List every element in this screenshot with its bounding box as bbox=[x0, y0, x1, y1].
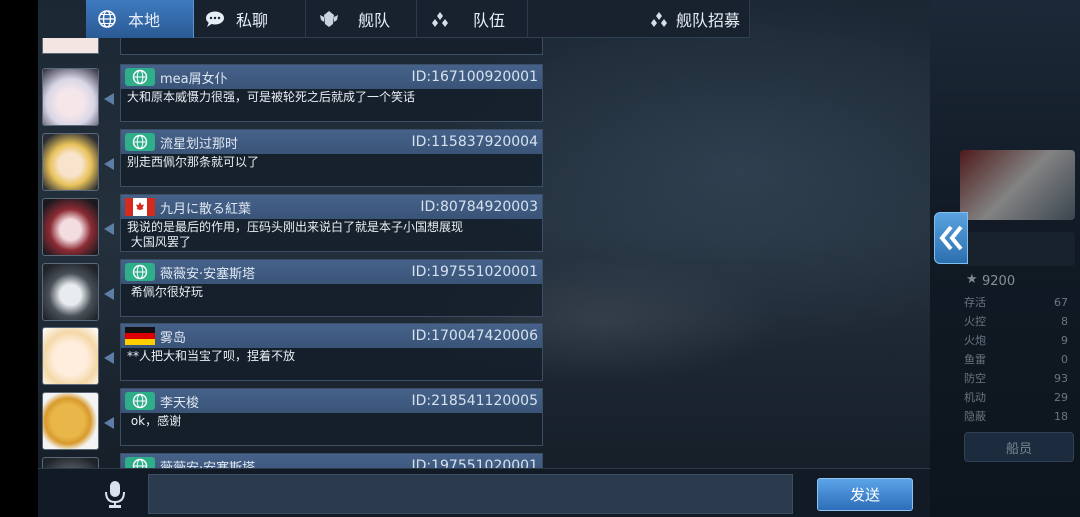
voice-input-button[interactable] bbox=[98, 477, 132, 511]
recruit-dots-icon bbox=[648, 8, 670, 30]
user-avatar[interactable] bbox=[42, 198, 99, 256]
sender-id: ID:115837920004 bbox=[411, 134, 538, 150]
chat-message: 薇薇安·安塞斯塔 ID:197551020001 bbox=[38, 453, 544, 468]
tab-local-label: 本地 bbox=[128, 11, 161, 30]
tab-fleet[interactable]: 舰队 bbox=[306, 0, 417, 38]
sender-name[interactable]: 九月に散る紅葉 bbox=[160, 198, 420, 217]
message-text: 别走西佩尔那条就可以了 bbox=[127, 155, 260, 169]
sender-id: ID:80784920003 bbox=[420, 199, 538, 215]
bubble-pointer-icon bbox=[104, 288, 114, 300]
message-bubble: 雾岛 ID:170047420006 **人把大和当宝了呗，捏着不放 bbox=[120, 323, 543, 381]
chat-message: 流星划过那时 ID:115837920004 别走西佩尔那条就可以了 bbox=[38, 129, 544, 191]
tab-private-label: 私聊 bbox=[236, 11, 269, 30]
sender-id: ID:167100920001 bbox=[411, 69, 538, 85]
message-text: ok，感谢 bbox=[127, 414, 182, 428]
chat-message-list[interactable]: mea屑女仆 ID:167100920001 大和原本威慑力很强，可是被轮死之后就成… bbox=[38, 38, 544, 468]
bubble-pointer-icon bbox=[104, 93, 114, 105]
message-bubble: 薇薇安·安塞斯塔 ID:197551020001 bbox=[120, 453, 543, 468]
left-letterbox bbox=[0, 0, 38, 517]
chat-bubble-icon bbox=[204, 8, 226, 30]
message-header: 李天梭 ID:218541120005 bbox=[121, 389, 542, 413]
globe-flag-icon bbox=[124, 67, 156, 87]
double-chevron-left-icon bbox=[939, 225, 963, 251]
chat-message: mea屑女仆 ID:167100920001 大和原本威慑力很强，可是被轮死之后就成… bbox=[38, 64, 544, 126]
message-header: 雾岛 ID:170047420006 bbox=[121, 324, 542, 348]
microphone-icon bbox=[105, 481, 125, 508]
send-button[interactable]: 发送 bbox=[817, 478, 913, 511]
tab-local[interactable]: 本地 bbox=[86, 0, 194, 38]
collapse-chat-button[interactable] bbox=[934, 212, 968, 264]
sender-name[interactable]: 薇薇安·安塞斯塔 bbox=[160, 457, 411, 469]
message-header: mea屑女仆 ID:167100920001 bbox=[121, 65, 542, 89]
message-bubble: 九月に散る紅葉 ID:80784920003 我说的是最后的作用，压码头刚出来说白了… bbox=[120, 194, 543, 252]
globe-flag-icon bbox=[124, 391, 156, 411]
chat-input-bar: 发送 bbox=[38, 468, 930, 517]
user-avatar[interactable] bbox=[42, 263, 99, 321]
tab-fleet-recruit[interactable]: 舰队招募 bbox=[528, 0, 750, 38]
message-input[interactable] bbox=[148, 474, 793, 514]
bubble-pointer-icon bbox=[104, 417, 114, 429]
message-bubble: 流星划过那时 ID:115837920004 别走西佩尔那条就可以了 bbox=[120, 129, 543, 187]
tab-private[interactable]: 私聊 bbox=[194, 0, 306, 38]
message-header: 薇薇安·安塞斯塔 ID:197551020001 bbox=[121, 454, 542, 468]
message-text: 希佩尔很好玩 bbox=[127, 285, 203, 299]
chat-screen: 9200 ★ 存活 67 火控 8 火炮 9 鱼雷 0 防空 93 机动 29 隐蔽 18 船员 本地 私… bbox=[0, 0, 1080, 517]
message-bubble: 李天梭 ID:218541120005 ok，感谢 bbox=[120, 388, 543, 446]
globe-flag-icon bbox=[124, 262, 156, 282]
previous-message-fragment bbox=[38, 38, 544, 55]
channel-tabs: 本地 私聊 舰队 队伍 舰队招募 bbox=[86, 0, 750, 38]
globe-flag-icon bbox=[124, 132, 156, 152]
tab-fleet-label: 舰队 bbox=[358, 11, 391, 30]
user-avatar[interactable] bbox=[42, 133, 99, 191]
tab-fleet-recruit-label: 舰队招募 bbox=[676, 11, 741, 30]
sender-name[interactable]: mea屑女仆 bbox=[160, 68, 411, 87]
chat-message: 九月に散る紅葉 ID:80784920003 我说的是最后的作用，压码头刚出来说白了… bbox=[38, 194, 544, 256]
message-header: 薇薇安·安塞斯塔 ID:197551020001 bbox=[121, 260, 542, 284]
message-text: **人把大和当宝了呗，捏着不放 bbox=[127, 349, 296, 363]
message-bubble: 薇薇安·安塞斯塔 ID:197551020001 希佩尔很好玩 bbox=[120, 259, 543, 317]
user-avatar[interactable] bbox=[42, 68, 99, 126]
bubble-pointer-icon bbox=[104, 352, 114, 364]
bubble-pointer-icon bbox=[104, 223, 114, 235]
sender-id: ID:197551020001 bbox=[411, 264, 538, 280]
sender-name[interactable]: 薇薇安·安塞斯塔 bbox=[160, 263, 411, 282]
germany-flag-icon bbox=[124, 326, 156, 346]
sender-id: ID:170047420006 bbox=[411, 328, 538, 344]
user-avatar[interactable] bbox=[42, 392, 99, 450]
chat-message: 薇薇安·安塞斯塔 ID:197551020001 希佩尔很好玩 bbox=[38, 259, 544, 321]
tab-team-label: 队伍 bbox=[473, 11, 506, 30]
sender-id: ID:218541120005 bbox=[411, 393, 538, 409]
bubble-pointer-icon bbox=[104, 158, 114, 170]
message-text: 我说的是最后的作用，压码头刚出来说白了就是本子小国想展现 大国风罢了 bbox=[127, 220, 464, 249]
globe-icon bbox=[96, 8, 118, 30]
sender-name[interactable]: 李天梭 bbox=[160, 392, 411, 411]
canada-flag-icon bbox=[124, 197, 156, 217]
team-dots-icon bbox=[429, 8, 451, 30]
tab-team[interactable]: 队伍 bbox=[417, 0, 528, 38]
sender-name[interactable]: 流星划过那时 bbox=[160, 133, 411, 152]
chat-message: 李天梭 ID:218541120005 ok，感谢 bbox=[38, 388, 544, 450]
message-header: 九月に散る紅葉 ID:80784920003 bbox=[121, 195, 542, 219]
fleet-emblem-icon bbox=[318, 8, 340, 30]
user-avatar[interactable] bbox=[42, 327, 99, 385]
message-header: 流星划过那时 ID:115837920004 bbox=[121, 130, 542, 154]
user-avatar[interactable] bbox=[42, 457, 99, 468]
globe-flag-icon bbox=[124, 456, 156, 468]
chat-message: 雾岛 ID:170047420006 **人把大和当宝了呗，捏着不放 bbox=[38, 323, 544, 385]
message-bubble: mea屑女仆 ID:167100920001 大和原本威慑力很强，可是被轮死之后就成… bbox=[120, 64, 543, 122]
sender-id: ID:197551020001 bbox=[411, 458, 538, 468]
sender-name[interactable]: 雾岛 bbox=[160, 327, 411, 346]
message-text: 大和原本威慑力很强，可是被轮死之后就成了一个笑话 bbox=[127, 90, 416, 104]
